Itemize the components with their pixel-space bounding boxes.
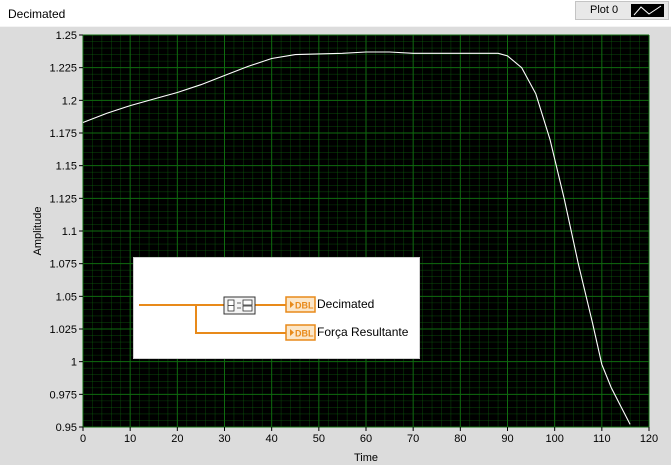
y-tick-label: 1.175 [49, 128, 77, 140]
y-tick-label: 1.075 [49, 259, 77, 271]
x-axis-label: Time [354, 452, 378, 464]
diagram-wires: DBL DBL [139, 296, 316, 341]
y-tick-label: 1.05 [56, 291, 77, 303]
y-tick-label: 0.95 [56, 422, 77, 434]
y-tick-label: 1.1 [62, 226, 77, 238]
x-tick-label: 10 [124, 433, 136, 445]
line-plot-swatch-icon[interactable] [631, 4, 664, 17]
plot-legend[interactable]: Plot 0 [575, 1, 669, 20]
indicator-label-forca-resultante: Força Resultante [317, 325, 409, 339]
decimate-function-icon[interactable] [223, 296, 256, 315]
x-tick-label: 20 [171, 433, 183, 445]
indicator-type: DBL [295, 301, 314, 311]
x-tick-label: 70 [407, 433, 419, 445]
dbl-indicator-icon[interactable]: DBL [285, 296, 316, 313]
x-tick-label: 120 [640, 433, 658, 445]
y-tick-label: 1 [71, 357, 77, 369]
y-tick-label: 1.25 [56, 30, 77, 42]
x-tick-label: 80 [454, 433, 466, 445]
indicator-type: DBL [295, 329, 314, 339]
plot-legend-label: Plot 0 [590, 4, 619, 16]
y-tick-label: 0.975 [49, 389, 77, 401]
x-tick-label: 110 [593, 433, 611, 445]
graph-panel: 0 10 20 30 40 50 60 70 80 90 100 110 120 1.25 1.225 1.2… [0, 26, 671, 465]
dbl-indicator-icon[interactable]: DBL [285, 324, 316, 341]
y-tick-label: 1.025 [49, 324, 77, 336]
x-tick-label: 90 [501, 433, 513, 445]
block-diagram-snippet: DBL DBL Decimated Força Resultante [133, 257, 420, 359]
x-tick-label: 100 [545, 433, 563, 445]
y-tick-label: 1.125 [49, 193, 77, 205]
y-tick-label: 1.15 [56, 161, 77, 173]
x-tick-label: 50 [313, 433, 325, 445]
graph-title: Decimated [8, 7, 66, 21]
x-tick-label: 40 [266, 433, 278, 445]
y-tick-label: 1.2 [62, 95, 77, 107]
y-tick-label: 1.225 [49, 63, 77, 75]
graph-title-bar: Decimated Plot 0 [0, 0, 671, 26]
y-axis-label: Amplitude [32, 207, 44, 256]
x-tick-label: 0 [80, 433, 86, 445]
waveform-graph[interactable]: 0 10 20 30 40 50 60 70 80 90 100 110 120 1.25 1.225 1.2… [0, 27, 671, 466]
x-tick-label: 60 [360, 433, 372, 445]
indicator-label-decimated: Decimated [317, 297, 375, 311]
x-tick-label: 30 [218, 433, 230, 445]
